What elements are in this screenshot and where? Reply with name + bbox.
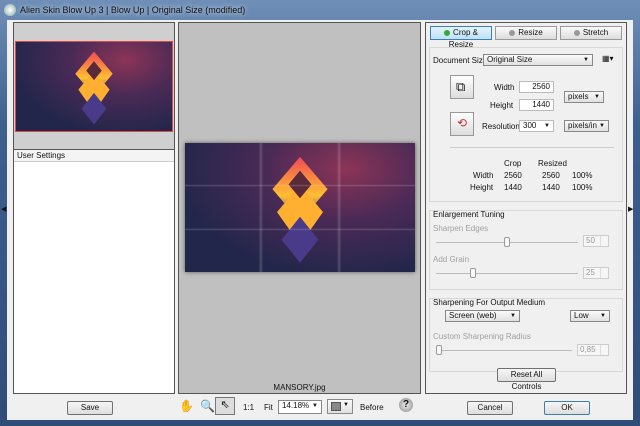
summary-percent: 100%	[572, 171, 593, 180]
left-panel: User Settings	[13, 22, 175, 394]
resolution-select[interactable]: 300	[519, 120, 554, 132]
slider-thumb[interactable]	[504, 237, 510, 247]
sharpening-amount-select[interactable]: Low	[570, 310, 610, 322]
swap-orientation-button[interactable]: ⧉	[450, 75, 474, 99]
zoom-fit-button[interactable]: Fit	[264, 403, 273, 412]
tab-stretch[interactable]: Stretch	[560, 26, 622, 40]
tab-resize[interactable]: Resize	[495, 26, 557, 40]
user-settings-header: User Settings	[14, 150, 174, 162]
summary-crop-value: 1440	[504, 183, 522, 192]
collapse-left-arrow-icon[interactable]: ◀	[1, 205, 6, 213]
presets-menu-icon[interactable]: ▦▾	[602, 54, 614, 63]
filename-label: MANSORY.jpg	[273, 383, 326, 392]
background-color-select[interactable]	[327, 399, 353, 414]
summary-percent: 100%	[572, 183, 593, 192]
rotate-pages-icon: ⧉	[456, 79, 466, 94]
zoom-1-to-1-button[interactable]: 1:1	[243, 403, 254, 412]
add-grain-label: Add Grain	[433, 255, 470, 264]
crop-column-header: Crop	[504, 159, 522, 168]
custom-radius-label: Custom Sharpening Radius	[433, 332, 531, 341]
enlargement-tuning-title: Enlargement Tuning	[433, 210, 505, 219]
output-sharpening-group: Sharpening For Output Medium Screen (web…	[429, 298, 623, 372]
user-settings-list[interactable]	[14, 162, 174, 392]
summary-row-label: Height	[470, 183, 494, 192]
preview-image[interactable]	[185, 143, 415, 272]
resolution-label: Resolution	[482, 122, 520, 131]
height-input[interactable]: 1440	[519, 99, 554, 111]
reset-all-controls-button[interactable]: Reset All Controls	[497, 368, 556, 391]
navigator[interactable]	[14, 23, 174, 150]
help-icon[interactable]: ?	[399, 398, 413, 412]
slider-thumb[interactable]	[436, 345, 442, 355]
select-tool-icon[interactable]: ⇖	[215, 397, 235, 415]
sharpen-edges-label: Sharpen Edges	[433, 224, 489, 233]
hand-tool-icon[interactable]: ✋	[179, 399, 194, 413]
document-size-label: Document Size	[433, 56, 488, 65]
sharpen-edges-slider[interactable]	[436, 237, 578, 247]
settings-panel: Crop & Resize Resize Stretch Document Si…	[425, 22, 627, 394]
crop-grid[interactable]	[185, 143, 415, 272]
resolution-unit-select[interactable]: pixels/in	[564, 120, 609, 132]
status-dot-icon	[444, 30, 451, 36]
preview-panel[interactable]: MANSORY.jpg	[178, 22, 421, 394]
summary-resized-value: 2560	[542, 171, 560, 180]
tab-crop-resize[interactable]: Crop & Resize	[430, 26, 492, 49]
output-medium-select[interactable]: Screen (web)	[445, 310, 520, 322]
save-button[interactable]: Save	[67, 401, 113, 415]
tab-label: Crop & Resize	[448, 28, 478, 49]
summary-resized-value: 1440	[542, 183, 560, 192]
add-grain-spinner[interactable]: 25	[583, 267, 609, 279]
navigator-thumbnail[interactable]	[15, 41, 173, 132]
artwork-image	[75, 51, 113, 125]
divider	[450, 147, 614, 148]
width-input[interactable]: 2560	[519, 81, 554, 93]
height-label: Height	[490, 101, 514, 110]
before-toggle[interactable]: Before	[360, 403, 384, 412]
color-swatch	[331, 402, 341, 411]
resized-column-header: Resized	[538, 159, 567, 168]
summary-crop-value: 2560	[504, 171, 522, 180]
tab-label: Stretch	[582, 28, 609, 37]
size-unit-select[interactable]: pixels	[564, 91, 604, 103]
slider-thumb[interactable]	[470, 268, 476, 278]
app-icon	[4, 4, 16, 16]
sharpen-edges-spinner[interactable]: 50	[583, 235, 609, 247]
zoom-tool-icon[interactable]: 🔍	[200, 399, 215, 413]
crop-resize-group: Document Size Original Size ▦▾ ⧉ ⟲ Width…	[429, 47, 623, 202]
zoom-level-select[interactable]: 14.18%	[278, 400, 322, 414]
cancel-button[interactable]: Cancel	[467, 401, 513, 415]
add-grain-slider[interactable]	[436, 268, 578, 278]
custom-radius-spinner[interactable]: 0,85	[577, 344, 609, 356]
crop-reset-icon: ⟲	[457, 116, 468, 130]
custom-radius-slider[interactable]	[436, 345, 572, 355]
enlargement-tuning-group: Enlargement Tuning Sharpen Edges 50 Add …	[429, 210, 623, 290]
title-bar: Alien Skin Blow Up 3 | Blow Up | Origina…	[0, 0, 640, 20]
output-sharpening-title: Sharpening For Output Medium	[433, 298, 546, 307]
summary-row-label: Width	[473, 171, 494, 180]
reset-crop-button[interactable]: ⟲	[450, 112, 474, 136]
window-title: Alien Skin Blow Up 3 | Blow Up | Origina…	[20, 5, 246, 15]
width-label: Width	[494, 83, 515, 92]
collapse-right-arrow-icon[interactable]: ▶	[628, 205, 633, 213]
status-dot-icon	[573, 30, 580, 36]
tab-label: Resize	[518, 28, 543, 37]
document-size-select[interactable]: Original Size	[483, 54, 593, 66]
ok-button[interactable]: OK	[544, 401, 590, 415]
status-dot-icon	[509, 30, 516, 36]
client-area: ◀ ▶ User Settings MANSORY.jpg Crop & Res…	[1, 20, 633, 420]
